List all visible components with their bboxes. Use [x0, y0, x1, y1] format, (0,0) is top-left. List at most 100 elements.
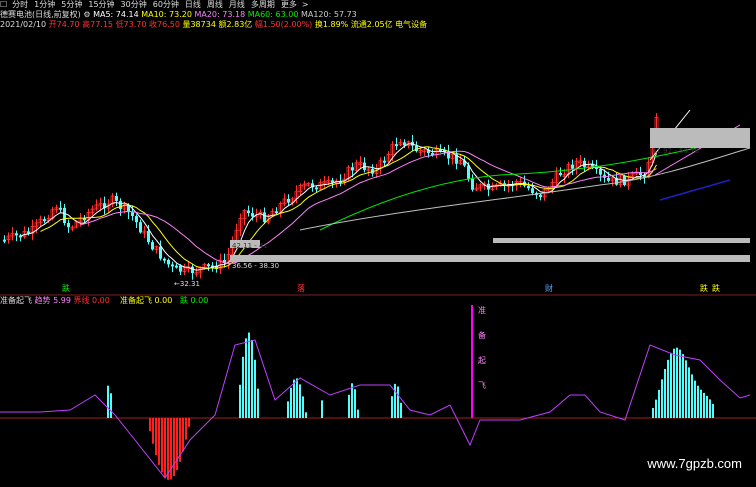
candle-body [59, 207, 62, 210]
indicator-bar [700, 389, 702, 418]
trend-value: 5.99 [53, 296, 71, 305]
candle-body [151, 242, 154, 250]
candle-body [179, 265, 182, 272]
indicator-bar [703, 392, 705, 418]
indicator-bar [694, 380, 696, 418]
ma120-line [299, 147, 751, 231]
indicator-bar [354, 389, 356, 418]
candle-body [539, 194, 542, 198]
candle-body [15, 233, 18, 236]
indicator-bar [254, 359, 256, 418]
indicator-bar [251, 340, 253, 418]
candle-body [131, 212, 134, 217]
indicator-bar [673, 348, 675, 418]
box-label-right: 61.92 - 60.78 [652, 147, 699, 155]
bottom-tag-5: 跌 [712, 283, 720, 293]
candle-body [43, 219, 46, 222]
indicator-line [0, 339, 751, 479]
indicator-bar-neg [182, 418, 184, 452]
candle-body [159, 246, 162, 259]
bottom-tag-3: 财 [545, 283, 553, 293]
indicator-bar [652, 408, 654, 418]
indicator-bar-neg [158, 418, 160, 465]
candle-body [275, 211, 278, 214]
indicator-bar-neg [173, 418, 175, 477]
indicator-bar-neg [164, 418, 166, 478]
indicator-bar [239, 384, 241, 418]
indicator-bar [107, 385, 109, 418]
indicator-bar [391, 396, 393, 418]
bound-value: 0.00 [92, 296, 110, 305]
indicator-name[interactable]: 准备起飞 [0, 296, 32, 305]
indicator-bar [691, 374, 693, 418]
candle-body [395, 144, 398, 147]
bottom-tag-1: 跌 [62, 283, 70, 293]
indicator-bar-neg [176, 418, 178, 471]
indicator-bar-neg [161, 418, 163, 473]
support-band [230, 255, 750, 262]
candle-body [167, 259, 170, 265]
bound-label: 界线 [73, 296, 90, 305]
indicator-bar [321, 400, 323, 418]
candle-body [175, 265, 178, 268]
candle-body [471, 178, 474, 190]
indicator-bar [296, 378, 298, 418]
indicator-bar [679, 349, 681, 418]
indicator-bar [706, 395, 708, 418]
indicator-bar-neg [188, 418, 190, 427]
candle-body [207, 264, 210, 267]
candle-body [163, 258, 166, 261]
trend-line [659, 179, 731, 201]
indicator-bar [400, 402, 402, 418]
indicator-bar [299, 384, 301, 418]
fall-label: 跌 [179, 296, 188, 305]
candle-body [171, 264, 174, 267]
indicator-header: 准备起飞 趋势 5.99 界线 0.00 准备起飞 0.00 跌 0.00 [0, 296, 756, 305]
candle-body [247, 210, 250, 214]
candle-body [467, 165, 470, 179]
indicator-bar [658, 389, 660, 418]
indicator-bar [351, 383, 353, 418]
signal-value: 0.00 [154, 296, 173, 305]
low-price-label: ←32.31 [174, 280, 200, 288]
watermark: www.7gpzb.com [647, 456, 742, 471]
indicator-bar [293, 379, 295, 418]
bottom-tag-2: 落 [297, 283, 305, 293]
indicator-bar [661, 379, 663, 418]
signal-char-1: 备 [478, 330, 486, 340]
indicator-bar [245, 338, 247, 418]
box-label-top: 42.11 - 41 [232, 242, 268, 250]
indicator-bar [287, 401, 289, 418]
candle-body [287, 198, 290, 203]
indicator-bar [688, 367, 690, 418]
candle-body [139, 222, 142, 233]
candle-body [527, 185, 530, 189]
bottom-tag-4: 跌 [700, 283, 708, 293]
fall-value: 0.00 [190, 296, 209, 305]
candle-body [403, 142, 406, 146]
trend-label: 趋势 [34, 296, 51, 305]
indicator-bar [664, 369, 666, 418]
indicator-bar [302, 396, 304, 418]
indicator-bar [670, 352, 672, 418]
indicator-bar [667, 359, 669, 418]
indicator-bar [685, 360, 687, 418]
kline-chart[interactable]: 42.11 - 41 36.56 - 38.30 61.92 - 60.78 ←32.… [0, 0, 756, 487]
candle-body [559, 172, 562, 176]
candle-body [263, 212, 266, 223]
indicator-bar [682, 354, 684, 418]
indicator-bar [110, 393, 112, 418]
box-label-bottom: 36.56 - 38.30 [232, 262, 279, 270]
indicator-bar [712, 404, 714, 418]
indicator-bar [697, 385, 699, 418]
indicator-bar [242, 356, 244, 418]
candle-body [315, 187, 318, 190]
signal-name: 准备起飞 [119, 296, 152, 305]
indicator-bar-neg [152, 418, 154, 444]
ma5-line [20, 143, 657, 271]
candle-body [3, 239, 6, 242]
candle-body [599, 169, 602, 175]
candle-body [135, 216, 138, 223]
indicator-bar [397, 386, 399, 418]
candle-body [119, 200, 122, 210]
